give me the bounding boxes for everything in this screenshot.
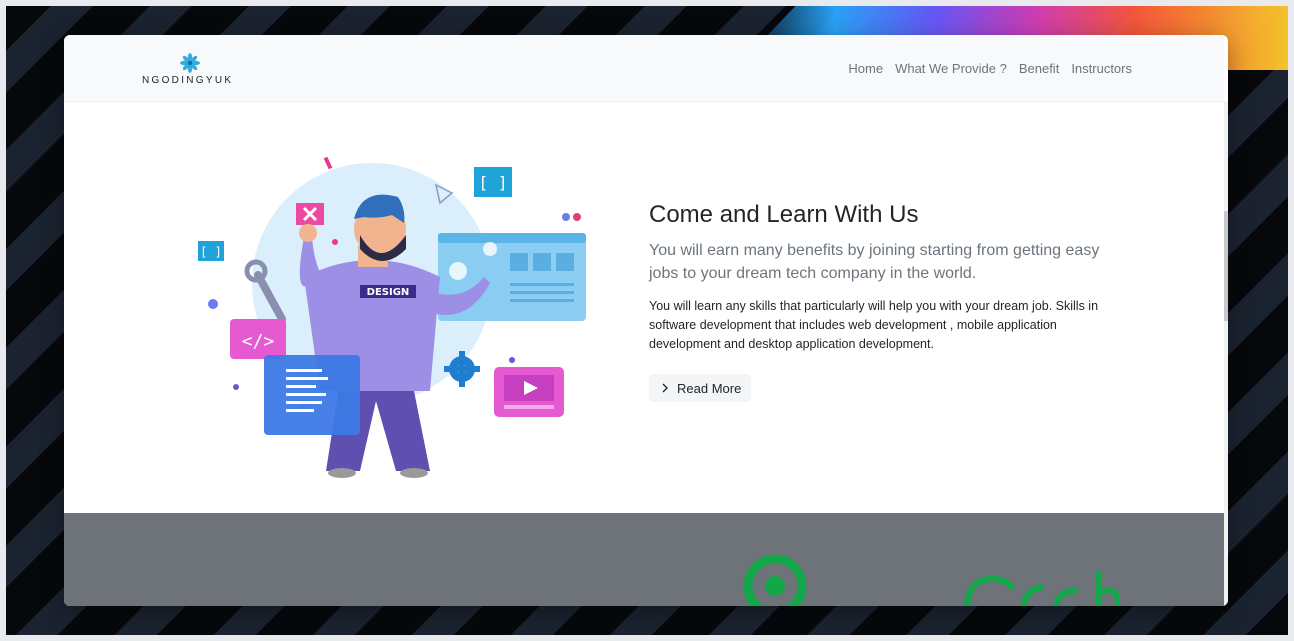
chevron-right-icon xyxy=(662,383,668,393)
flower-logo-icon xyxy=(180,53,200,73)
play-icon xyxy=(494,367,564,417)
partner-ring-logo xyxy=(743,554,807,606)
brand-name: NGODINGYUK xyxy=(142,75,234,86)
design-badge-text: DESIGN xyxy=(367,287,410,298)
hero-illustration: [ ] [ ] DESIGN </> xyxy=(198,156,586,478)
brand-logo[interactable]: NGODINGYUK xyxy=(142,53,242,89)
read-more-button[interactable]: Read More xyxy=(649,374,752,402)
partner-logos-band xyxy=(64,513,1224,606)
hero-body: You will learn any skills that particula… xyxy=(649,299,1099,351)
nav-link-instructors[interactable]: Instructors xyxy=(1071,61,1132,76)
read-more-label: Read More xyxy=(677,380,742,396)
bracket-icon: [ ] xyxy=(474,167,512,197)
code-icon: </> xyxy=(230,319,286,359)
page-scrollbar[interactable] xyxy=(1224,101,1228,606)
svg-text:[ ]: [ ] xyxy=(479,173,508,192)
partner-grab-logo xyxy=(964,571,1119,606)
hero-title: Come and Learn With Us xyxy=(649,201,919,228)
hero-text-block: Come and Learn With Us You will earn man… xyxy=(649,199,1119,354)
bracket-icon: [ ] xyxy=(198,241,224,261)
nav-link-what-we-provide[interactable]: What We Provide ? xyxy=(895,61,1007,76)
svg-text:</>: </> xyxy=(242,331,275,352)
nav-link-home[interactable]: Home xyxy=(848,61,883,76)
scrollbar-thumb[interactable] xyxy=(1224,211,1228,321)
nav-links: Home What We Provide ? Benefit Instructo… xyxy=(848,61,1132,76)
nav-link-benefit[interactable]: Benefit xyxy=(1019,61,1059,76)
document-graphic xyxy=(264,355,360,435)
browser-window: NGODINGYUK Home What We Provide ? Benefi… xyxy=(64,35,1228,606)
svg-text:[ ]: [ ] xyxy=(200,245,222,259)
navbar: NGODINGYUK Home What We Provide ? Benefi… xyxy=(64,35,1224,102)
hero-lead: You will earn many benefits by joining s… xyxy=(649,242,1100,282)
